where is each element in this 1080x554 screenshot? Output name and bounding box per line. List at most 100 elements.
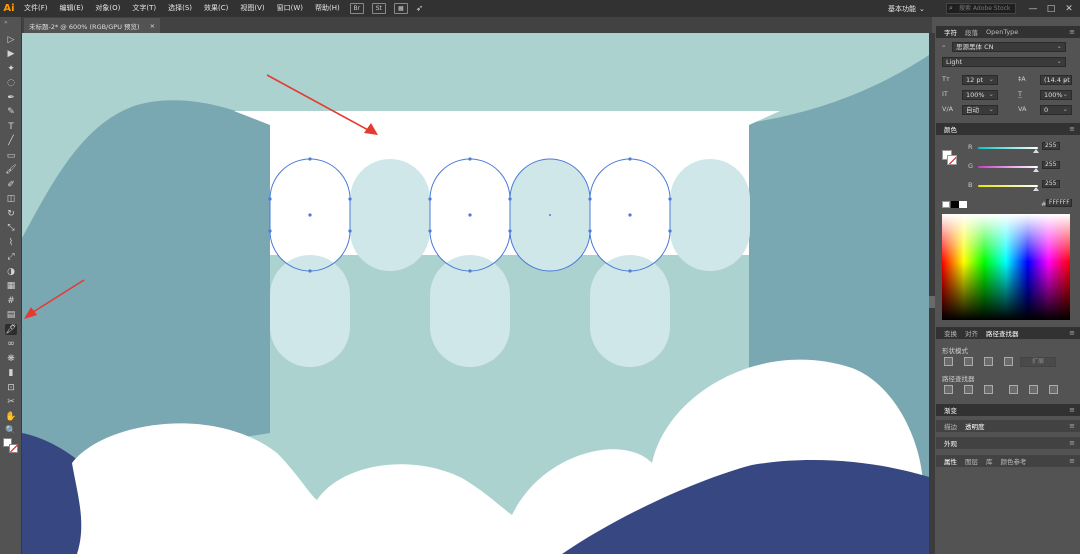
line-tool-icon[interactable]: ╱ <box>5 136 17 147</box>
tab-stroke[interactable]: 描边 <box>944 421 957 431</box>
merge-icon[interactable] <box>984 385 993 394</box>
document-tab[interactable]: 未标题-2* @ 600% (RGB/GPU 预览) × <box>24 18 161 33</box>
unite-icon[interactable] <box>944 357 953 366</box>
panel-menu-icon[interactable]: ≡ <box>1069 329 1075 337</box>
curvature-tool-icon[interactable]: ✎ <box>5 107 17 118</box>
menu-select[interactable]: 选择(S) <box>162 0 198 17</box>
type-tool-icon[interactable]: T <box>5 121 17 132</box>
scale-tool-icon[interactable]: ⤡ <box>5 223 17 234</box>
menu-window[interactable]: 窗口(W) <box>271 0 309 17</box>
horizontal-scale-field[interactable]: 100% <box>1040 90 1072 100</box>
slider-knob-b[interactable] <box>1033 187 1039 191</box>
tab-character[interactable]: 字符 <box>944 27 957 37</box>
lasso-tool-icon[interactable]: ◌ <box>5 78 17 89</box>
close-tab-icon[interactable]: × <box>150 22 155 30</box>
artboard-tool-icon[interactable]: ⊡ <box>5 382 17 393</box>
collapse-toolbar-icon[interactable]: » <box>4 19 8 26</box>
blend-tool-icon[interactable]: ∞ <box>5 339 17 350</box>
font-style-select[interactable]: Light <box>942 57 1066 67</box>
panel-menu-icon[interactable]: ≡ <box>1069 439 1075 447</box>
menu-edit[interactable]: 编辑(E) <box>54 0 90 17</box>
leading-field[interactable]: (14.4 pt <box>1040 75 1072 85</box>
none-swatch[interactable] <box>942 201 950 208</box>
direct-selection-tool-icon[interactable]: ▶ <box>5 49 17 60</box>
intersect-icon[interactable] <box>984 357 993 366</box>
panel-menu-icon[interactable]: ≡ <box>1069 406 1075 414</box>
vertical-scrollbar[interactable] <box>929 33 935 554</box>
magic-wand-tool-icon[interactable]: ✦ <box>5 63 17 74</box>
panel-menu-icon[interactable]: ≡ <box>1069 28 1075 36</box>
menu-help[interactable]: 帮助(H) <box>309 0 346 17</box>
minus-front-icon[interactable] <box>964 357 973 366</box>
paintbrush-tool-icon[interactable]: 🖌 <box>5 165 17 176</box>
arrange-documents-icon[interactable]: ▦ <box>393 3 408 14</box>
tab-opentype[interactable]: OpenType <box>986 28 1018 36</box>
panel-menu-icon[interactable]: ≡ <box>1069 457 1075 465</box>
gpu-rocket-icon[interactable]: ➶ <box>416 4 424 14</box>
minus-back-icon[interactable] <box>1049 385 1058 394</box>
artboard-canvas[interactable] <box>22 33 932 554</box>
menu-file[interactable]: 文件(F) <box>18 0 54 17</box>
menu-type[interactable]: 文字(T) <box>126 0 162 17</box>
selection-tool-icon[interactable]: ▷ <box>5 34 17 45</box>
color-stroke-swatch[interactable] <box>947 155 957 165</box>
tab-appearance[interactable]: 外观 <box>944 438 957 448</box>
tab-color-guide[interactable]: 颜色参考 <box>1001 456 1027 466</box>
trim-icon[interactable] <box>964 385 973 394</box>
panel-menu-icon[interactable]: ≡ <box>1069 125 1075 133</box>
eraser-tool-icon[interactable]: ◫ <box>5 194 17 205</box>
pen-tool-icon[interactable]: ✒ <box>5 92 17 103</box>
color-slider-r[interactable] <box>978 147 1038 149</box>
tab-color[interactable]: 颜色 <box>944 124 957 134</box>
color-slider-g[interactable] <box>978 166 1038 168</box>
white-swatch[interactable] <box>959 201 967 208</box>
close-window-button[interactable]: ✕ <box>1060 0 1078 17</box>
rotate-tool-icon[interactable]: ↻ <box>5 208 17 219</box>
slice-tool-icon[interactable]: ✂ <box>5 397 17 408</box>
tab-properties[interactable]: 属性 <box>944 456 957 466</box>
stroke-color-swatch[interactable] <box>9 444 18 453</box>
tab-libraries[interactable]: 库 <box>986 456 993 466</box>
hand-tool-icon[interactable]: ✋ <box>5 411 17 422</box>
slider-knob-r[interactable] <box>1033 149 1039 153</box>
shaper-tool-icon[interactable]: ✐ <box>5 179 17 190</box>
menu-effect[interactable]: 效果(C) <box>198 0 234 17</box>
minimize-button[interactable]: — <box>1024 0 1042 17</box>
tab-transparency[interactable]: 透明度 <box>965 421 985 431</box>
column-graph-tool-icon[interactable]: ▮ <box>5 368 17 379</box>
tab-pathfinder[interactable]: 路径查找器 <box>986 328 1019 338</box>
panel-menu-icon[interactable]: ≡ <box>1069 422 1075 430</box>
slider-knob-g[interactable] <box>1033 168 1039 172</box>
hex-field[interactable]: FFFFFF <box>1046 199 1072 207</box>
divide-icon[interactable] <box>944 385 953 394</box>
color-value-b[interactable]: 255 <box>1042 180 1060 188</box>
free-transform-tool-icon[interactable]: ⤢ <box>5 252 17 263</box>
exclude-icon[interactable] <box>1004 357 1013 366</box>
outline-icon[interactable] <box>1029 385 1038 394</box>
black-swatch[interactable] <box>951 201 959 208</box>
tab-transform[interactable]: 变换 <box>944 328 957 338</box>
stock-icon[interactable]: St <box>371 3 386 14</box>
maximize-button[interactable]: □ <box>1042 0 1060 17</box>
color-spectrum[interactable] <box>942 214 1070 320</box>
vertical-scale-field[interactable]: 100% <box>962 90 998 100</box>
crop-icon[interactable] <box>1009 385 1018 394</box>
color-value-r[interactable]: 255 <box>1042 142 1060 150</box>
color-value-g[interactable]: 255 <box>1042 161 1060 169</box>
zoom-tool-icon[interactable]: 🔍 <box>5 426 17 437</box>
rectangle-tool-icon[interactable]: ▭ <box>5 150 17 161</box>
kerning-field[interactable]: 自动 <box>962 105 998 115</box>
scrollbar-thumb[interactable] <box>929 296 935 308</box>
width-tool-icon[interactable]: ⌇ <box>5 237 17 248</box>
font-size-field[interactable]: 12 pt <box>962 75 998 85</box>
stock-search-input[interactable]: ⌕ 搜索 Adobe Stock <box>946 3 1016 14</box>
symbol-sprayer-tool-icon[interactable]: ❋ <box>5 353 17 364</box>
menu-view[interactable]: 视图(V) <box>234 0 270 17</box>
tab-align[interactable]: 对齐 <box>965 328 978 338</box>
font-family-select[interactable]: 思源黑体 CN <box>952 42 1066 52</box>
bridge-icon[interactable]: Br <box>349 3 364 14</box>
tracking-field[interactable]: 0 <box>1040 105 1072 115</box>
color-slider-b[interactable] <box>978 185 1038 187</box>
tab-paragraph[interactable]: 段落 <box>965 27 978 37</box>
tab-layers[interactable]: 图层 <box>965 456 978 466</box>
